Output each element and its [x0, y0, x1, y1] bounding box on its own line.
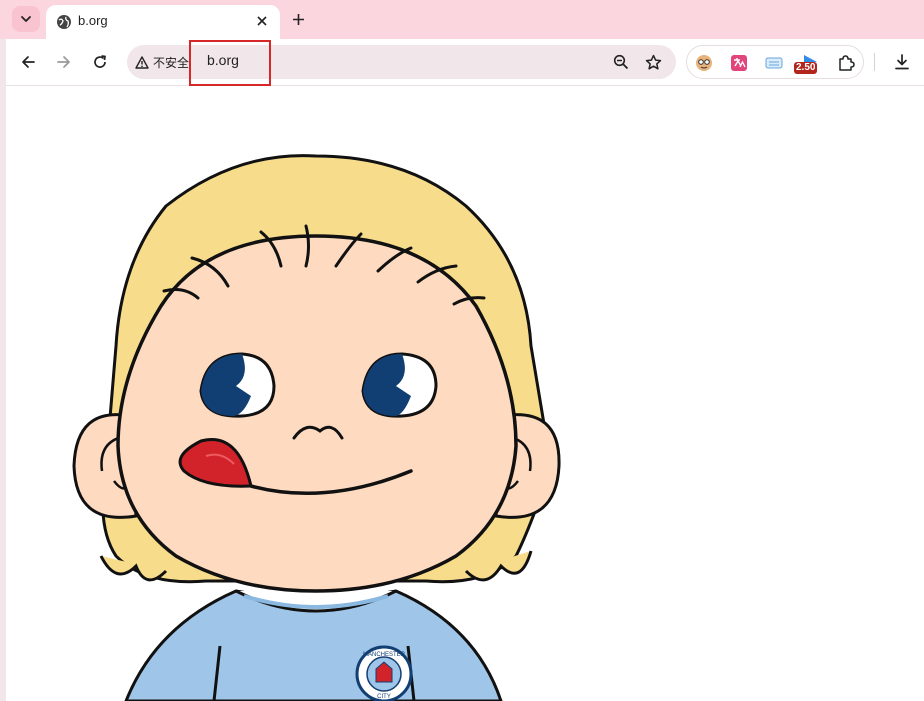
- security-chip[interactable]: 不安全: [135, 52, 189, 72]
- extensions-group: 2.50: [686, 45, 864, 79]
- puzzle-icon: [839, 55, 855, 71]
- star-icon: [645, 54, 661, 70]
- security-label: 不安全: [153, 55, 190, 70]
- url-highlight-annotation: [189, 40, 271, 86]
- tab-active[interactable]: b.org: [46, 5, 280, 39]
- bookmark-button[interactable]: [643, 52, 663, 72]
- chevron-down-icon: [21, 16, 31, 22]
- tab-strip: b.org: [0, 0, 924, 39]
- crest-text-top: MANCHESTER: [363, 652, 406, 658]
- toolbar-divider: [874, 53, 875, 71]
- extensions-menu-button[interactable]: [835, 52, 857, 74]
- arrow-right-icon: [57, 56, 70, 68]
- translate-icon: [731, 55, 747, 71]
- tab-search-button[interactable]: [12, 6, 40, 32]
- reload-icon: [94, 55, 106, 68]
- warning-icon: [135, 55, 149, 69]
- forward-button[interactable]: [50, 48, 78, 76]
- keyboard-icon: [765, 57, 783, 69]
- club-crest: MANCHESTER CITY: [355, 645, 413, 701]
- plus-icon: [292, 13, 304, 25]
- extension-player[interactable]: 2.50: [794, 52, 820, 74]
- extension-keyboard[interactable]: [763, 52, 785, 74]
- globe-icon: [57, 15, 71, 29]
- page-content: MANCHESTER CITY: [6, 86, 924, 701]
- toolbar: 不安全 b.org 2.50: [6, 39, 924, 86]
- tab-title: b.org: [78, 13, 108, 28]
- extension-translate[interactable]: [728, 52, 750, 74]
- new-tab-button[interactable]: [285, 6, 311, 32]
- zoom-out-icon: [613, 54, 629, 70]
- download-icon: [895, 54, 909, 70]
- crest-text-bottom: CITY: [377, 694, 391, 700]
- arrow-left-icon: [22, 56, 35, 68]
- zoom-button[interactable]: [611, 52, 631, 72]
- extension-badge: 2.50: [794, 62, 818, 74]
- face-icon: [696, 55, 712, 71]
- tab-close-button[interactable]: [252, 11, 272, 31]
- back-button[interactable]: [14, 48, 42, 76]
- extension-face[interactable]: [693, 52, 715, 74]
- downloads-button[interactable]: [888, 48, 916, 76]
- reload-button[interactable]: [86, 48, 114, 76]
- cartoon-boy-illustration: MANCHESTER CITY: [72, 154, 561, 701]
- close-icon: [257, 16, 267, 26]
